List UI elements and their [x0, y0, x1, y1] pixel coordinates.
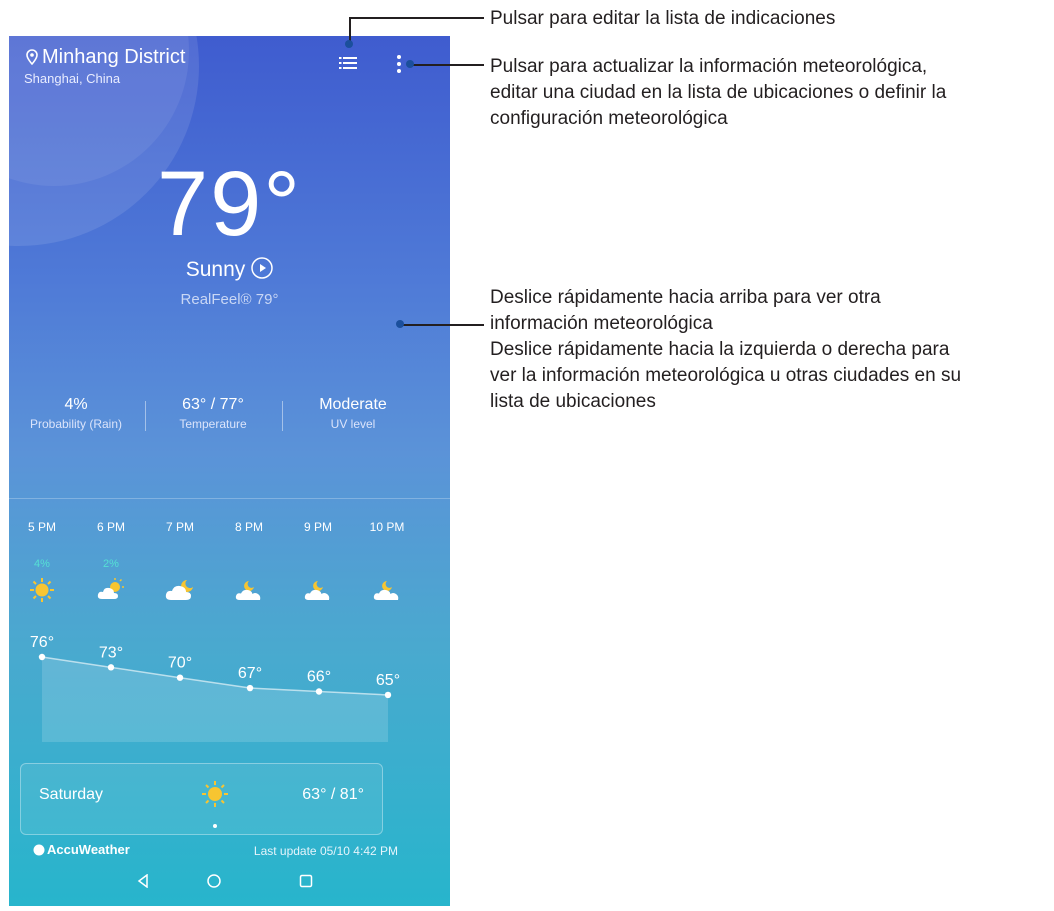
hour-time: 9 PM — [303, 520, 332, 534]
callout-connector — [410, 64, 484, 66]
callout-dot — [406, 60, 414, 68]
temperature-label: 73° — [99, 644, 123, 661]
cloudy-night-icon — [165, 580, 193, 600]
callout-swipe: Deslice rápidamente hacia arriba para ve… — [490, 285, 961, 415]
back-icon[interactable] — [136, 874, 150, 888]
callout-line: Pulsar para actualizar la información me… — [490, 56, 928, 77]
cloudy-moon-icon — [373, 581, 399, 600]
location-pin-icon — [26, 49, 38, 66]
play-circle-icon[interactable] — [251, 257, 274, 279]
day-name: Saturday — [39, 786, 104, 803]
callout-line: información meteorológica — [490, 313, 713, 334]
more-options-icon[interactable] — [395, 54, 403, 74]
callout-line: editar una ciudad en la lista de ubicaci… — [490, 82, 947, 103]
location-name: Minhang District — [42, 46, 186, 68]
location-subtitle: Shanghai, China — [24, 71, 121, 86]
weather-app-screen[interactable]: Minhang District Shanghai, China 79° Sun… — [9, 36, 450, 906]
temperature-point — [107, 664, 115, 671]
page-indicator-dot — [213, 824, 217, 828]
section-divider — [9, 498, 450, 499]
hour-time: 5 PM — [27, 520, 56, 534]
condition-text: Sunny — [185, 258, 246, 281]
callout-line: Deslice rápidamente hacia arriba para ve… — [490, 287, 881, 308]
stat-value: 4% — [64, 396, 88, 413]
stat-rain-probability: 4% Probability (Rain) — [9, 396, 146, 431]
hour-time: 6 PM — [96, 520, 125, 534]
callout-line: lista de ubicaciones — [490, 391, 656, 412]
callout-list-edit: Pulsar para editar la lista de indicacio… — [490, 8, 836, 29]
sun-icon — [202, 781, 228, 807]
stat-uv-level: Moderate UV level — [283, 396, 423, 431]
weather-stats: 4% Probability (Rain) 63° / 77° Temperat… — [9, 396, 450, 436]
current-temperature: 79° — [156, 153, 303, 255]
hourly-temperature-graph: 76° 73° 70° 67° 66° 65° — [30, 634, 400, 742]
temperature-label: 76° — [30, 634, 54, 651]
brand-text: AccuWeather — [47, 842, 130, 857]
callout-dot — [345, 40, 353, 48]
stat-label: Probability (Rain) — [29, 417, 123, 431]
partly-cloudy-icon — [97, 578, 124, 599]
home-icon[interactable] — [207, 874, 221, 888]
hour-time: 7 PM — [165, 520, 194, 534]
current-condition[interactable]: Sunny — [9, 257, 450, 282]
callout-dot — [396, 320, 404, 328]
sun-icon — [30, 578, 54, 602]
temperature-label: 70° — [168, 655, 192, 672]
temperature-label: 66° — [307, 669, 331, 686]
cloudy-moon-icon — [235, 581, 261, 600]
hour-precip: 2% — [103, 558, 119, 570]
temperature-point — [246, 684, 254, 692]
callout-line: ver la información meteorológica u otras… — [490, 365, 962, 386]
stat-value: 63° / 77° — [182, 396, 244, 413]
location-title[interactable]: Minhang District — [26, 46, 185, 69]
cloudy-moon-icon — [304, 581, 330, 600]
callout-connector — [401, 324, 484, 326]
stat-value: Moderate — [319, 396, 387, 413]
accuweather-sun-icon — [33, 844, 45, 856]
temperature-label: 65° — [376, 672, 400, 689]
accuweather-logo[interactable]: AccuWeather — [33, 842, 130, 857]
callout-menu: Pulsar para actualizar la información me… — [490, 54, 946, 132]
list-edit-icon[interactable] — [339, 56, 357, 70]
temperature-point — [384, 691, 392, 699]
stat-temperature: 63° / 77° Temperature — [143, 396, 283, 431]
temperature-label: 67° — [238, 665, 262, 682]
hour-time: 10 PM — [369, 520, 405, 534]
daily-forecast-card[interactable]: Saturday 63° / 81° — [20, 763, 383, 835]
realfeel-text: RealFeel® 79° — [180, 291, 279, 308]
stat-label: Temperature — [179, 417, 247, 431]
day-temperature-range: 63° / 81° — [302, 786, 364, 803]
temperature-point — [315, 688, 323, 695]
callout-connector — [349, 17, 484, 19]
hour-time: 8 PM — [234, 520, 263, 534]
temperature-point — [176, 674, 184, 681]
stat-label: UV level — [330, 417, 376, 431]
last-update-text: Last update 05/10 4:42 PM — [253, 844, 398, 858]
recents-icon[interactable] — [299, 874, 313, 888]
temperature-point — [38, 653, 46, 661]
hour-precip: 4% — [34, 558, 50, 570]
temperature-area — [42, 657, 388, 742]
callout-line: Deslice rápidamente hacia la izquierda o… — [490, 339, 950, 360]
callout-line: configuración meteorológica — [490, 108, 728, 129]
